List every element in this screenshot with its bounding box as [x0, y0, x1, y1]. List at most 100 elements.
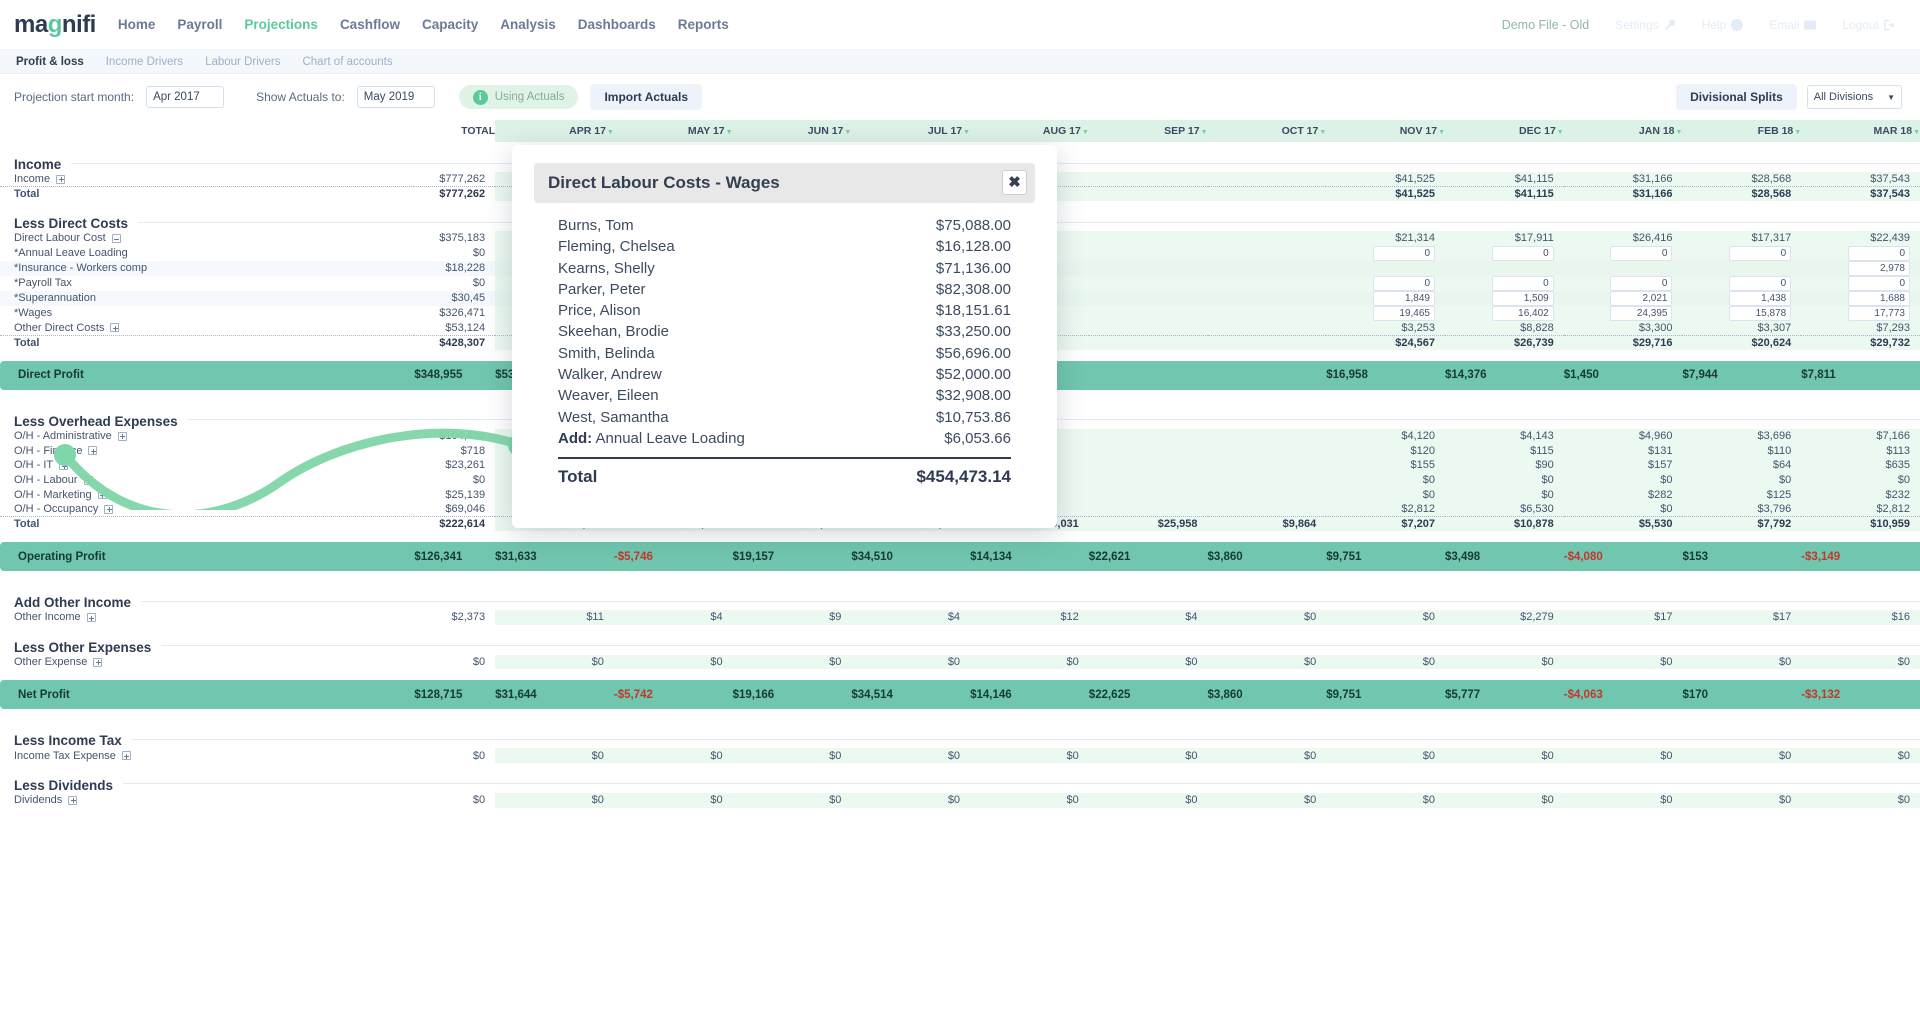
- column-header-may-17[interactable]: MAY 17▼: [614, 120, 733, 142]
- table-cell[interactable]: $17,911: [1445, 231, 1564, 246]
- nav-link-reports[interactable]: Reports: [678, 17, 729, 32]
- table-cell[interactable]: 0: [1564, 276, 1683, 291]
- table-cell[interactable]: $64: [1682, 458, 1801, 473]
- column-header-mar-18[interactable]: MAR 18▼: [1801, 120, 1920, 142]
- table-cell[interactable]: $30,45: [414, 291, 495, 306]
- table-row[interactable]: Income Tax Expense$0$0$0$0$0$0$0$0$0$0$0…: [0, 748, 1920, 763]
- help-link[interactable]: Help: [1702, 18, 1744, 32]
- nav-link-analysis[interactable]: Analysis: [500, 17, 556, 32]
- table-cell[interactable]: 1,849: [1326, 291, 1445, 306]
- table-row[interactable]: Other Income$2,373$11$4$9$4$12$4$0$0$2,2…: [0, 610, 1920, 625]
- editable-cell-input[interactable]: 1,438: [1729, 291, 1791, 306]
- table-cell[interactable]: $718: [414, 444, 495, 459]
- table-cell[interactable]: 19,465: [1326, 306, 1445, 321]
- sort-icon[interactable]: ▼: [1913, 129, 1920, 136]
- table-cell[interactable]: $11: [495, 610, 614, 625]
- table-cell[interactable]: [1089, 444, 1208, 459]
- table-cell[interactable]: $0: [970, 655, 1089, 670]
- table-cell[interactable]: $0: [1208, 610, 1327, 625]
- row-expander-icon[interactable]: [56, 175, 65, 184]
- editable-cell-input[interactable]: 0: [1610, 246, 1672, 261]
- table-cell[interactable]: [1089, 172, 1208, 187]
- sort-icon[interactable]: ▼: [726, 129, 733, 136]
- table-cell[interactable]: [1208, 291, 1327, 306]
- table-cell[interactable]: [1208, 246, 1327, 261]
- table-cell[interactable]: 1,438: [1682, 291, 1801, 306]
- table-cell[interactable]: $0: [1801, 655, 1920, 670]
- column-header-dec-17[interactable]: DEC 17▼: [1445, 120, 1564, 142]
- table-cell[interactable]: $0: [1089, 748, 1208, 763]
- table-cell[interactable]: 0: [1564, 246, 1683, 261]
- table-cell[interactable]: $326,471: [414, 306, 495, 321]
- editable-cell-input[interactable]: 1,849: [1373, 291, 1435, 306]
- table-row[interactable]: Dividends$0$0$0$0$0$0$0$0$0$0$0$0$0: [0, 793, 1920, 808]
- table-cell[interactable]: $0: [851, 793, 970, 808]
- table-cell[interactable]: $23,261: [414, 458, 495, 473]
- subtab-labour-drivers[interactable]: Labour Drivers: [205, 56, 280, 68]
- table-cell[interactable]: 1,509: [1445, 291, 1564, 306]
- table-cell[interactable]: $0: [851, 748, 970, 763]
- table-cell[interactable]: $0: [970, 748, 1089, 763]
- table-cell[interactable]: $635: [1801, 458, 1920, 473]
- table-cell[interactable]: [1089, 502, 1208, 517]
- table-cell[interactable]: $0: [1326, 610, 1445, 625]
- row-expander-icon[interactable]: [122, 751, 131, 760]
- table-cell[interactable]: $0: [414, 793, 495, 808]
- table-cell[interactable]: $25,139: [414, 487, 495, 502]
- row-expander-icon[interactable]: [87, 613, 96, 622]
- table-cell[interactable]: [1089, 429, 1208, 444]
- row-expander-icon[interactable]: [59, 461, 68, 470]
- editable-cell-input[interactable]: 2,021: [1610, 291, 1672, 306]
- table-cell[interactable]: $110: [1682, 444, 1801, 459]
- table-cell[interactable]: $131: [1564, 444, 1683, 459]
- editable-cell-input[interactable]: 0: [1848, 276, 1910, 291]
- table-cell[interactable]: $0: [1564, 655, 1683, 670]
- table-cell[interactable]: $0: [414, 276, 495, 291]
- table-cell[interactable]: [1089, 231, 1208, 246]
- editable-cell-input[interactable]: 0: [1610, 276, 1672, 291]
- column-header-nov-17[interactable]: NOV 17▼: [1326, 120, 1445, 142]
- table-cell[interactable]: $16: [1801, 610, 1920, 625]
- nav-link-dashboards[interactable]: Dashboards: [578, 17, 656, 32]
- nav-link-payroll[interactable]: Payroll: [177, 17, 222, 32]
- table-cell[interactable]: $41,525: [1326, 172, 1445, 187]
- table-cell[interactable]: $28,568: [1682, 172, 1801, 187]
- table-cell[interactable]: $53,124: [414, 321, 495, 336]
- table-cell[interactable]: $232: [1801, 487, 1920, 502]
- table-cell[interactable]: $0: [414, 246, 495, 261]
- sort-icon[interactable]: ▼: [607, 129, 614, 136]
- table-cell[interactable]: 0: [1801, 246, 1920, 261]
- table-cell[interactable]: $3,253: [1326, 321, 1445, 336]
- table-cell[interactable]: $2,812: [1801, 502, 1920, 517]
- table-cell[interactable]: $0: [1208, 748, 1327, 763]
- table-cell[interactable]: $9: [733, 610, 852, 625]
- sort-icon[interactable]: ▼: [1082, 129, 1089, 136]
- table-cell[interactable]: $0: [1326, 748, 1445, 763]
- table-cell[interactable]: $0: [614, 793, 733, 808]
- nav-link-home[interactable]: Home: [118, 17, 156, 32]
- table-cell[interactable]: $69,046: [414, 502, 495, 517]
- column-header-jul-17[interactable]: JUL 17▼: [851, 120, 970, 142]
- table-cell[interactable]: $282: [1564, 487, 1683, 502]
- table-cell[interactable]: [1445, 261, 1564, 276]
- table-cell[interactable]: $37,543: [1801, 172, 1920, 187]
- table-cell[interactable]: $18,228: [414, 261, 495, 276]
- table-cell[interactable]: $0: [1682, 793, 1801, 808]
- editable-cell-input[interactable]: 0: [1729, 246, 1791, 261]
- projection-start-input[interactable]: [146, 86, 224, 108]
- import-actuals-button[interactable]: Import Actuals: [590, 84, 702, 110]
- editable-cell-input[interactable]: 24,395: [1610, 306, 1672, 321]
- table-cell[interactable]: $0: [851, 655, 970, 670]
- sort-icon[interactable]: ▼: [1557, 129, 1564, 136]
- table-cell[interactable]: $6,530: [1445, 502, 1564, 517]
- table-cell[interactable]: 0: [1682, 276, 1801, 291]
- sort-icon[interactable]: ▼: [1794, 129, 1801, 136]
- table-cell[interactable]: $3,307: [1682, 321, 1801, 336]
- subtab-chart-of-accounts[interactable]: Chart of accounts: [302, 56, 392, 68]
- column-header-oct-17[interactable]: OCT 17▼: [1208, 120, 1327, 142]
- table-cell[interactable]: $31,166: [1564, 172, 1683, 187]
- nav-link-projections[interactable]: Projections: [244, 17, 318, 32]
- editable-cell-input[interactable]: 2,978: [1848, 261, 1910, 276]
- table-cell[interactable]: [1089, 487, 1208, 502]
- table-cell[interactable]: $0: [1089, 655, 1208, 670]
